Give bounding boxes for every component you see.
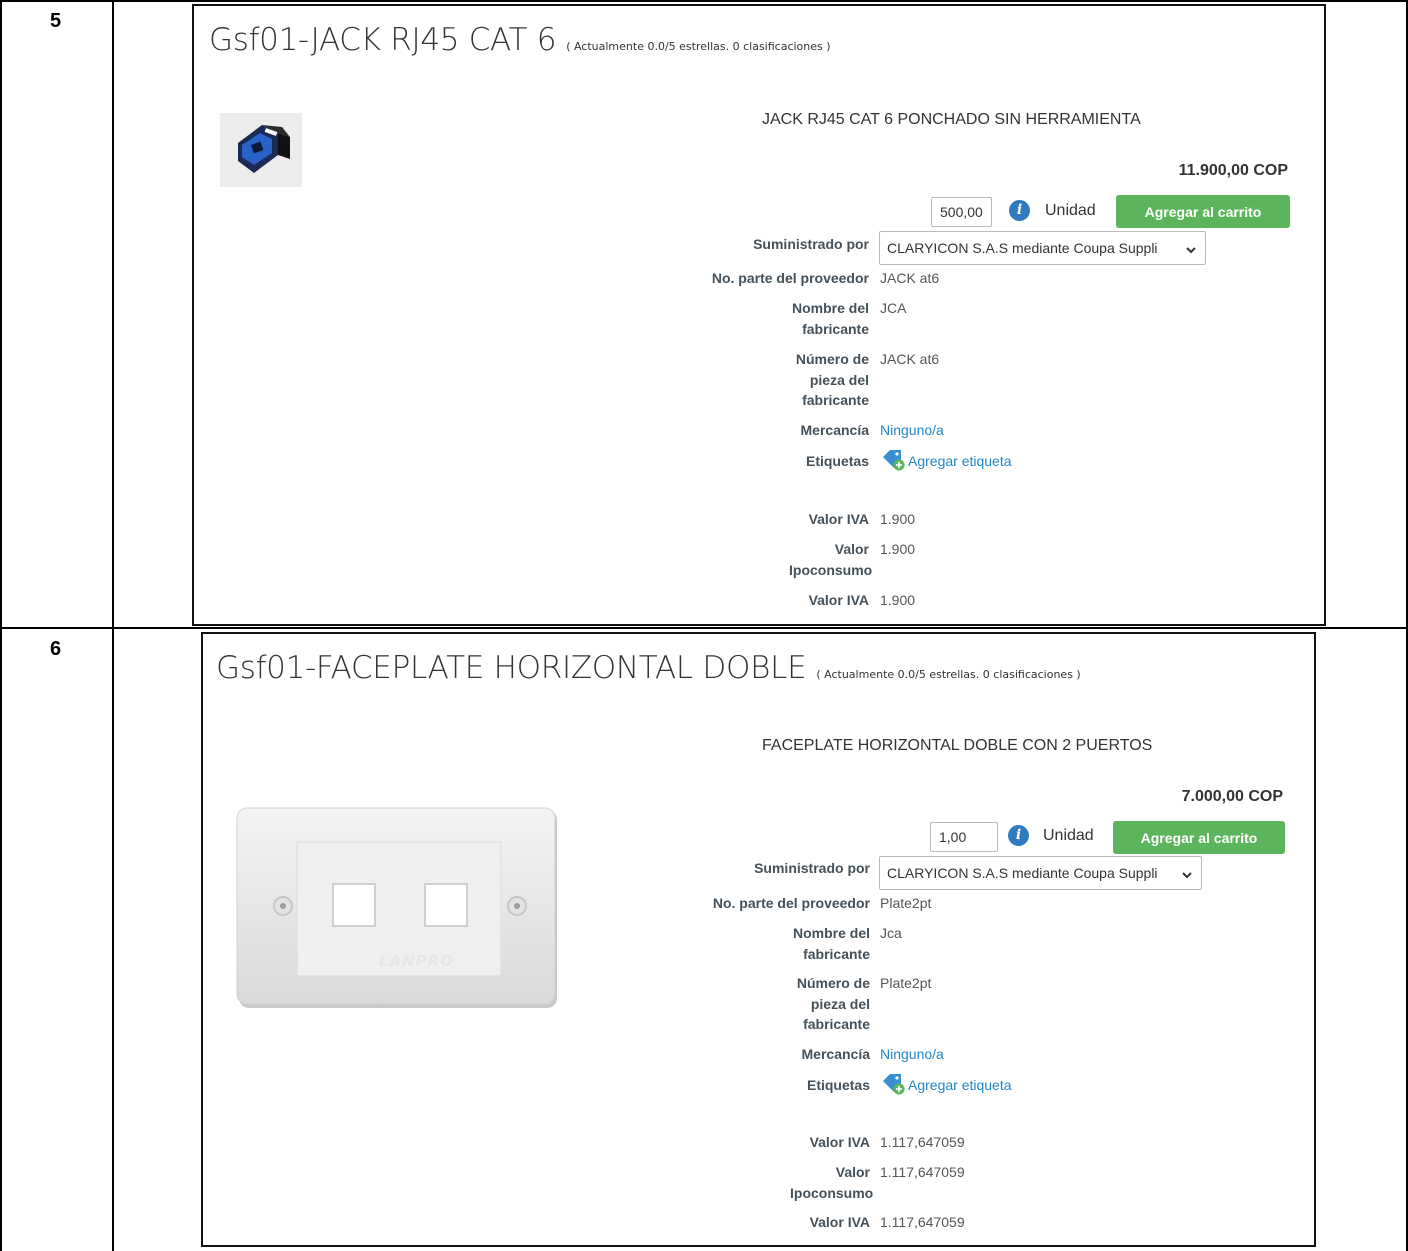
iva-value: 1.117,647059 [880, 1134, 965, 1150]
table-column-divider [112, 0, 114, 1251]
supplier-part-value: JACK at6 [880, 270, 940, 286]
iva-label: Valor IVA [809, 1134, 870, 1150]
product-description: JACK RJ45 CAT 6 PONCHADO SIN HERRAMIENTA [762, 111, 1141, 128]
commodity-link[interactable]: Ninguno/a [880, 1044, 944, 1065]
faceplate-image [236, 807, 557, 1008]
manufacturer-name-label: Nombre del fabricante [792, 925, 870, 962]
supplier-part-label: No. parte del proveedor [712, 895, 870, 911]
unit-label: Unidad [1043, 827, 1094, 844]
add-tag-link[interactable]: Agregar etiqueta [908, 1075, 1012, 1096]
chevron-down-icon [1186, 247, 1196, 254]
iva-label-2: Valor IVA [809, 1214, 870, 1230]
manufacturer-part-label: Número de pieza del fabricante [795, 351, 869, 408]
add-tag-icon[interactable] [882, 1073, 906, 1095]
product-title[interactable]: Gsf01-FACEPLATE HORIZONTAL DOBLE ( Actual… [216, 650, 1081, 686]
product-title[interactable]: Gsf01-JACK RJ45 CAT 6 ( Actualmente 0.0/5… [209, 22, 831, 58]
add-to-cart-button[interactable]: Agregar al carrito [1116, 195, 1290, 228]
info-icon[interactable]: i [1008, 825, 1029, 846]
commodity-label: Mercancía [800, 422, 869, 438]
row-number-5: 5 [50, 10, 62, 32]
ipoconsumo-value: 1.900 [880, 541, 916, 557]
tags-label: Etiquetas [806, 1077, 870, 1093]
tags-label: Etiquetas [805, 453, 869, 469]
manufacturer-part-value: JACK at6 [880, 351, 940, 367]
iva-label: Valor IVA [808, 511, 869, 527]
manufacturer-name-value: JCA [880, 300, 907, 316]
product-title-text: Gsf01-FACEPLATE HORIZONTAL DOBLE [216, 650, 807, 686]
supplier-value: CLARYICON S.A.S mediante Coupa Suppli [887, 865, 1158, 881]
table-row-divider [0, 627, 1408, 629]
supplier-select[interactable]: CLARYICON S.A.S mediante Coupa Suppli [879, 856, 1202, 890]
ipoconsumo-value: 1.117,647059 [880, 1164, 965, 1180]
ipoconsumo-label: Valor Ipoconsumo [789, 541, 873, 578]
supplier-value: CLARYICON S.A.S mediante Coupa Suppli [887, 240, 1158, 256]
unit-label: Unidad [1045, 202, 1096, 219]
info-icon[interactable]: i [1009, 200, 1030, 221]
ipoconsumo-label: Valor Ipoconsumo [790, 1164, 874, 1201]
manufacturer-name-value: Jca [880, 925, 902, 941]
row-number-6: 6 [50, 638, 62, 660]
product-image[interactable]: LANPRO [235, 806, 561, 1012]
table-border-top [0, 0, 1408, 2]
product-card: Gsf01-FACEPLATE HORIZONTAL DOBLE ( Actual… [201, 632, 1316, 1247]
iva-value-2: 1.117,647059 [880, 1214, 965, 1230]
rj45-jack-icon [238, 125, 290, 173]
add-to-cart-button[interactable]: Agregar al carrito [1113, 821, 1285, 854]
manufacturer-part-label: Número de pieza del fabricante [796, 975, 870, 1032]
iva-value: 1.900 [880, 511, 916, 527]
manufacturer-part-value: Plate2pt [880, 975, 932, 991]
chevron-down-icon [1182, 872, 1192, 879]
quantity-input[interactable] [931, 197, 992, 227]
commodity-label: Mercancía [801, 1046, 870, 1062]
supplier-part-label: No. parte del proveedor [711, 270, 869, 286]
product-card: Gsf01-JACK RJ45 CAT 6 ( Actualmente 0.0/5… [192, 4, 1326, 626]
product-description: FACEPLATE HORIZONTAL DOBLE CON 2 PUERTOS [762, 737, 1153, 754]
supplied-by-label: Suministrado por [753, 236, 869, 252]
iva-label-2: Valor IVA [808, 592, 869, 608]
product-price: 7.000,00 COP [1181, 788, 1283, 805]
product-image[interactable] [220, 113, 302, 187]
quantity-input[interactable] [930, 822, 998, 852]
rating-text: ( Actualmente 0.0/5 estrellas. 0 clasifi… [816, 668, 1081, 681]
product-title-text: Gsf01-JACK RJ45 CAT 6 [209, 22, 557, 58]
iva-value-2: 1.900 [880, 592, 916, 608]
supplier-part-value: Plate2pt [880, 895, 932, 911]
add-tag-link[interactable]: Agregar etiqueta [908, 451, 1012, 472]
brand-logo: LANPRO [379, 952, 455, 970]
table-border-left [0, 0, 2, 1251]
rating-text: ( Actualmente 0.0/5 estrellas. 0 clasifi… [566, 40, 831, 53]
supplier-select[interactable]: CLARYICON S.A.S mediante Coupa Suppli [879, 231, 1206, 265]
commodity-link[interactable]: Ninguno/a [880, 420, 944, 441]
product-price: 11.900,00 COP [1178, 162, 1288, 179]
add-tag-icon[interactable] [882, 449, 906, 471]
supplied-by-label: Suministrado por [754, 860, 870, 876]
manufacturer-name-label: Nombre del fabricante [791, 300, 869, 337]
